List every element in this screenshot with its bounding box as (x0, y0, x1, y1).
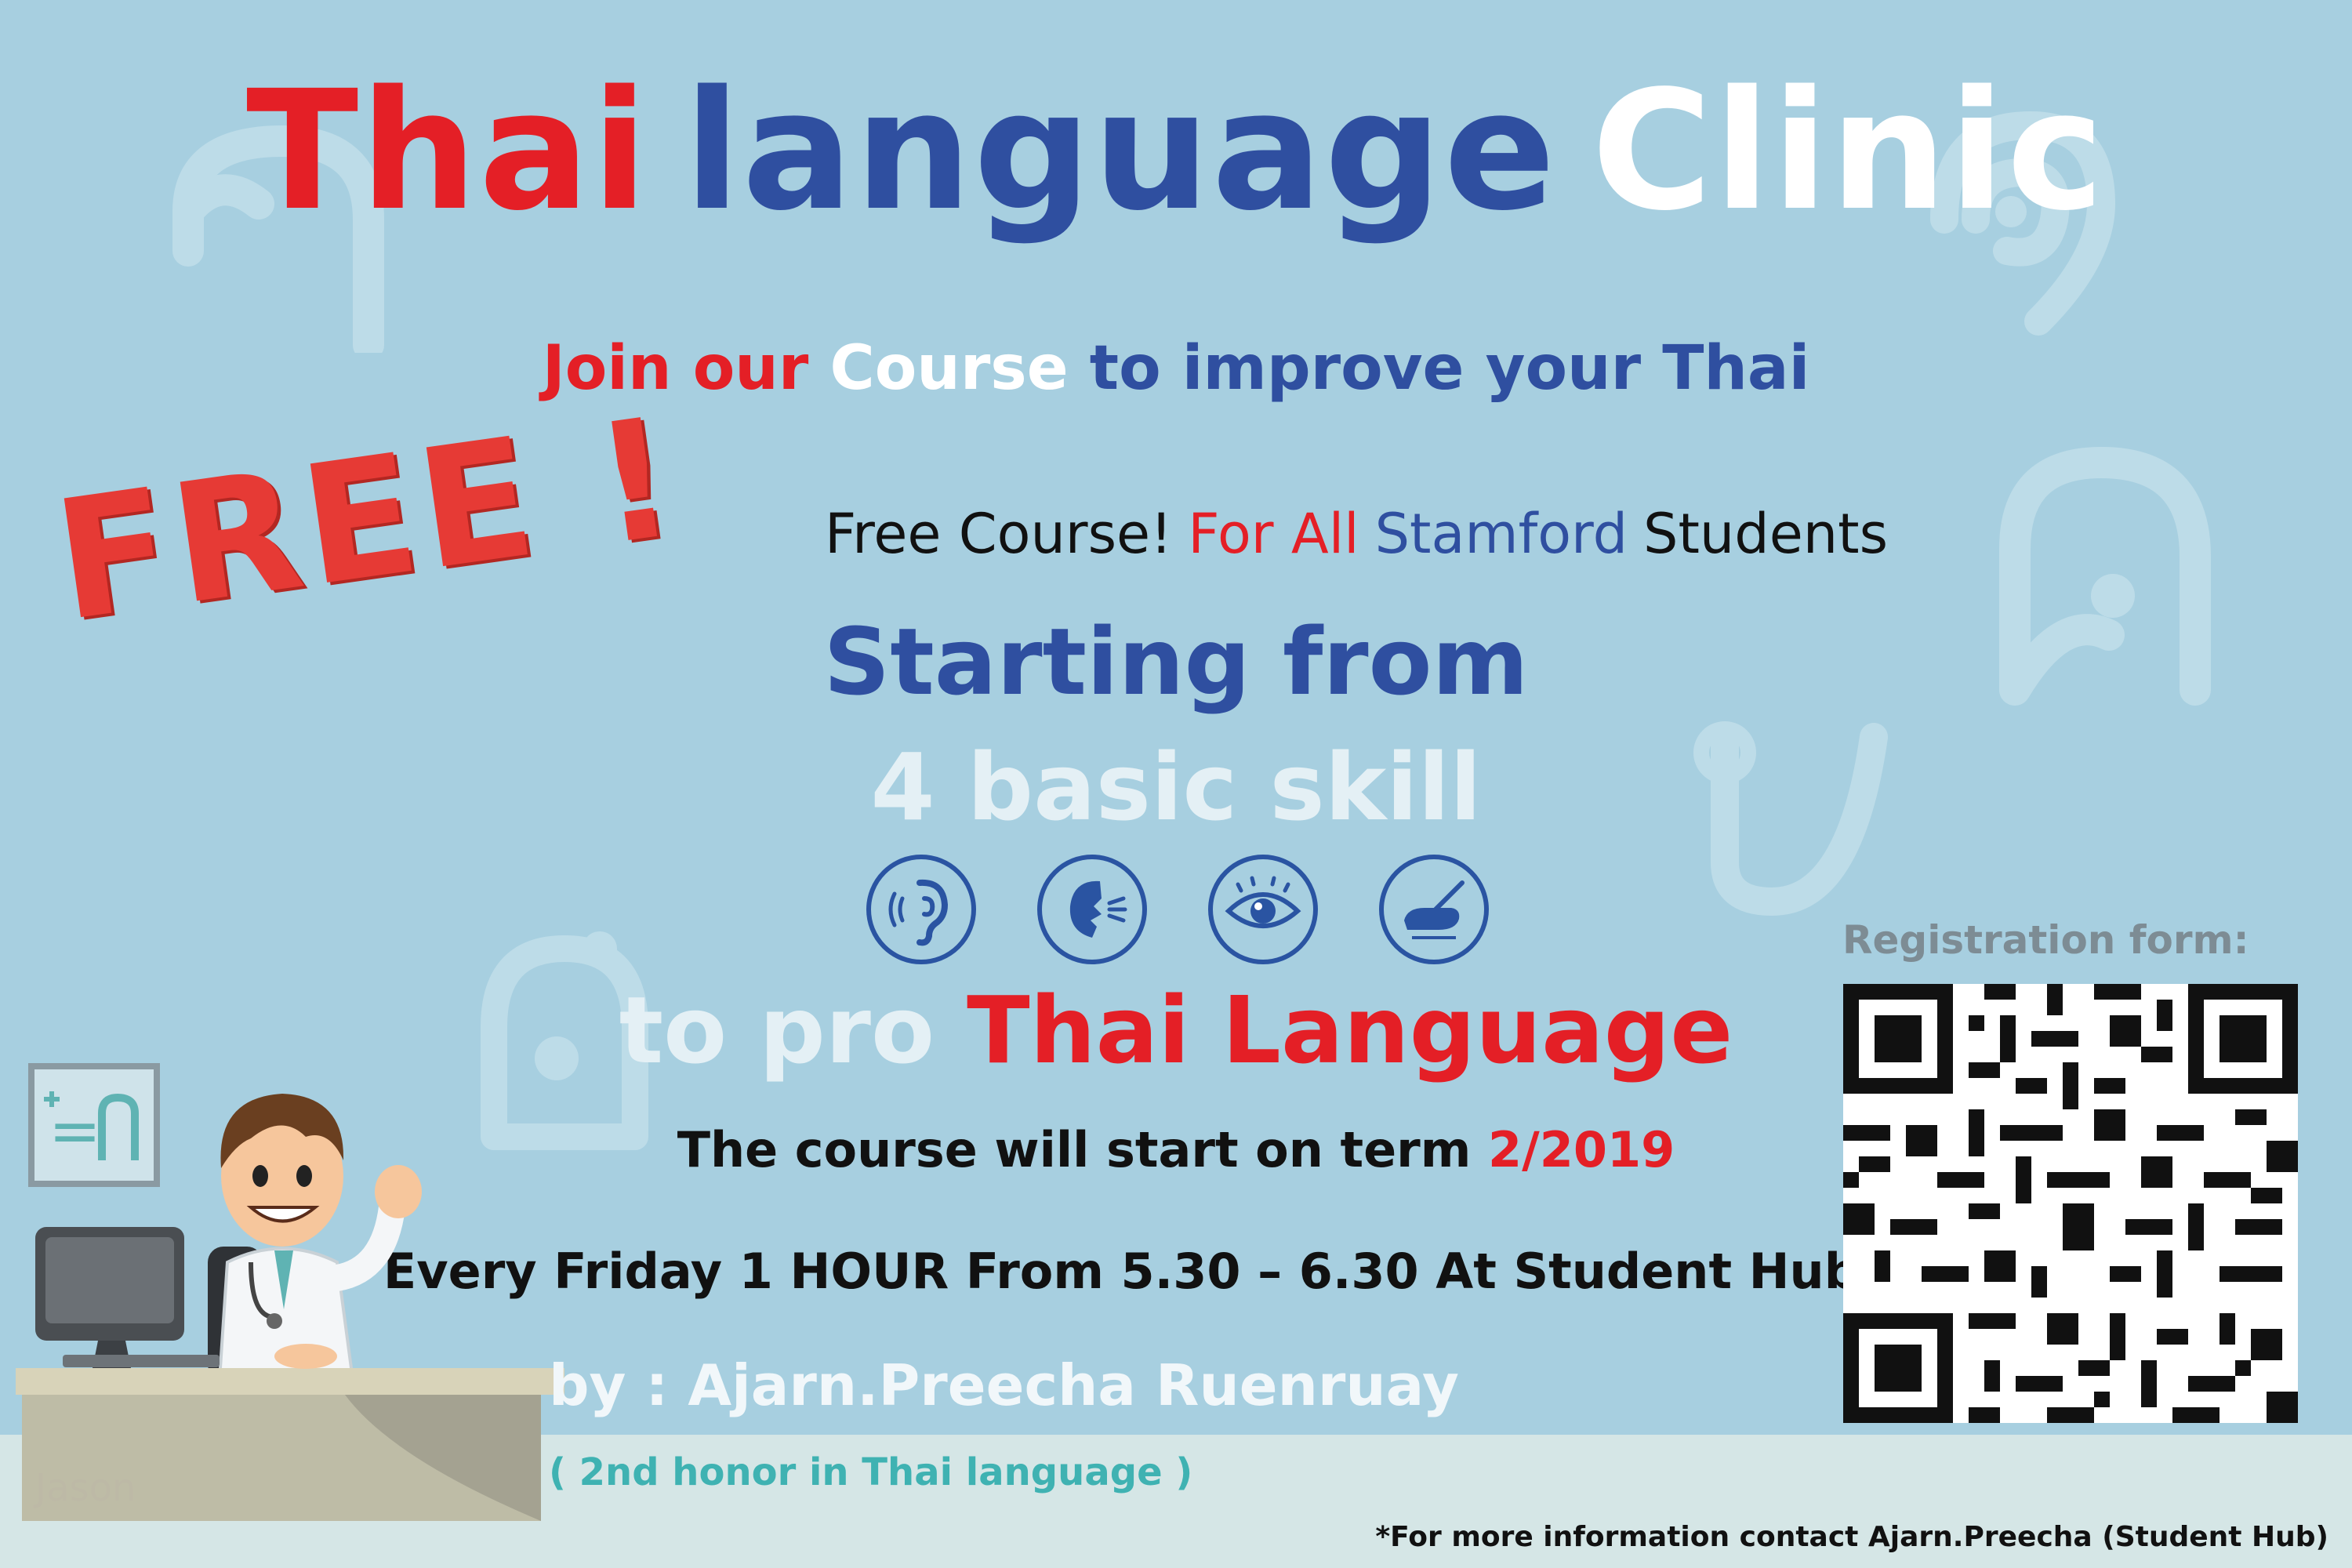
reading-icon (1208, 855, 1318, 964)
free-line-part-4: Students (1643, 502, 1889, 566)
title-word-clinic: Clinic (1591, 55, 2106, 247)
free-line-part-3: Stamford (1374, 502, 1628, 566)
teacher-name: by : Ajarn.Preecha Ruenruay (549, 1352, 1459, 1418)
subtitle-part-3: to improve your Thai (1089, 333, 1810, 404)
svg-text:=: = (49, 1094, 101, 1167)
registration-label: Registration form: (1842, 917, 2249, 963)
term-value: 2/2019 (1487, 1121, 1675, 1178)
poster: Thai language Clinic Join our Course to im… (0, 0, 2352, 1568)
subtitle-part-2: Course (829, 333, 1069, 404)
free-course-line: Free Course! For All Stamford Students (180, 502, 2352, 566)
free-line-part-1: Free Course! (824, 502, 1173, 566)
teacher-honor: ( 2nd honor in Thai language ) (549, 1450, 1193, 1494)
skills-heading: 4 basic skill (870, 733, 1482, 841)
title-word-thai: Thai (246, 55, 650, 247)
pro-line-part-1: to pro (619, 976, 935, 1084)
listening-icon (866, 855, 976, 964)
contact-footnote: *For more information contact Ajarn.Pree… (1375, 1521, 2328, 1553)
speaking-icon (1037, 855, 1147, 964)
term-line-text: The course will start on term (677, 1121, 1472, 1178)
free-line-part-2: For All (1188, 502, 1359, 566)
writing-icon (1379, 855, 1489, 964)
poster-title: Thai language Clinic (0, 55, 2352, 247)
registration-qr-code[interactable] (1842, 984, 2299, 1423)
starting-from-heading: Starting from (823, 608, 1529, 716)
illustration-signature: Jason (35, 1466, 136, 1510)
title-word-language: language (684, 55, 1557, 247)
subtitle: Join our Course to improve your Thai (0, 333, 2352, 404)
doctor-illustration: = (16, 1051, 564, 1521)
pro-line-part-2: Thai Language (967, 976, 1733, 1084)
